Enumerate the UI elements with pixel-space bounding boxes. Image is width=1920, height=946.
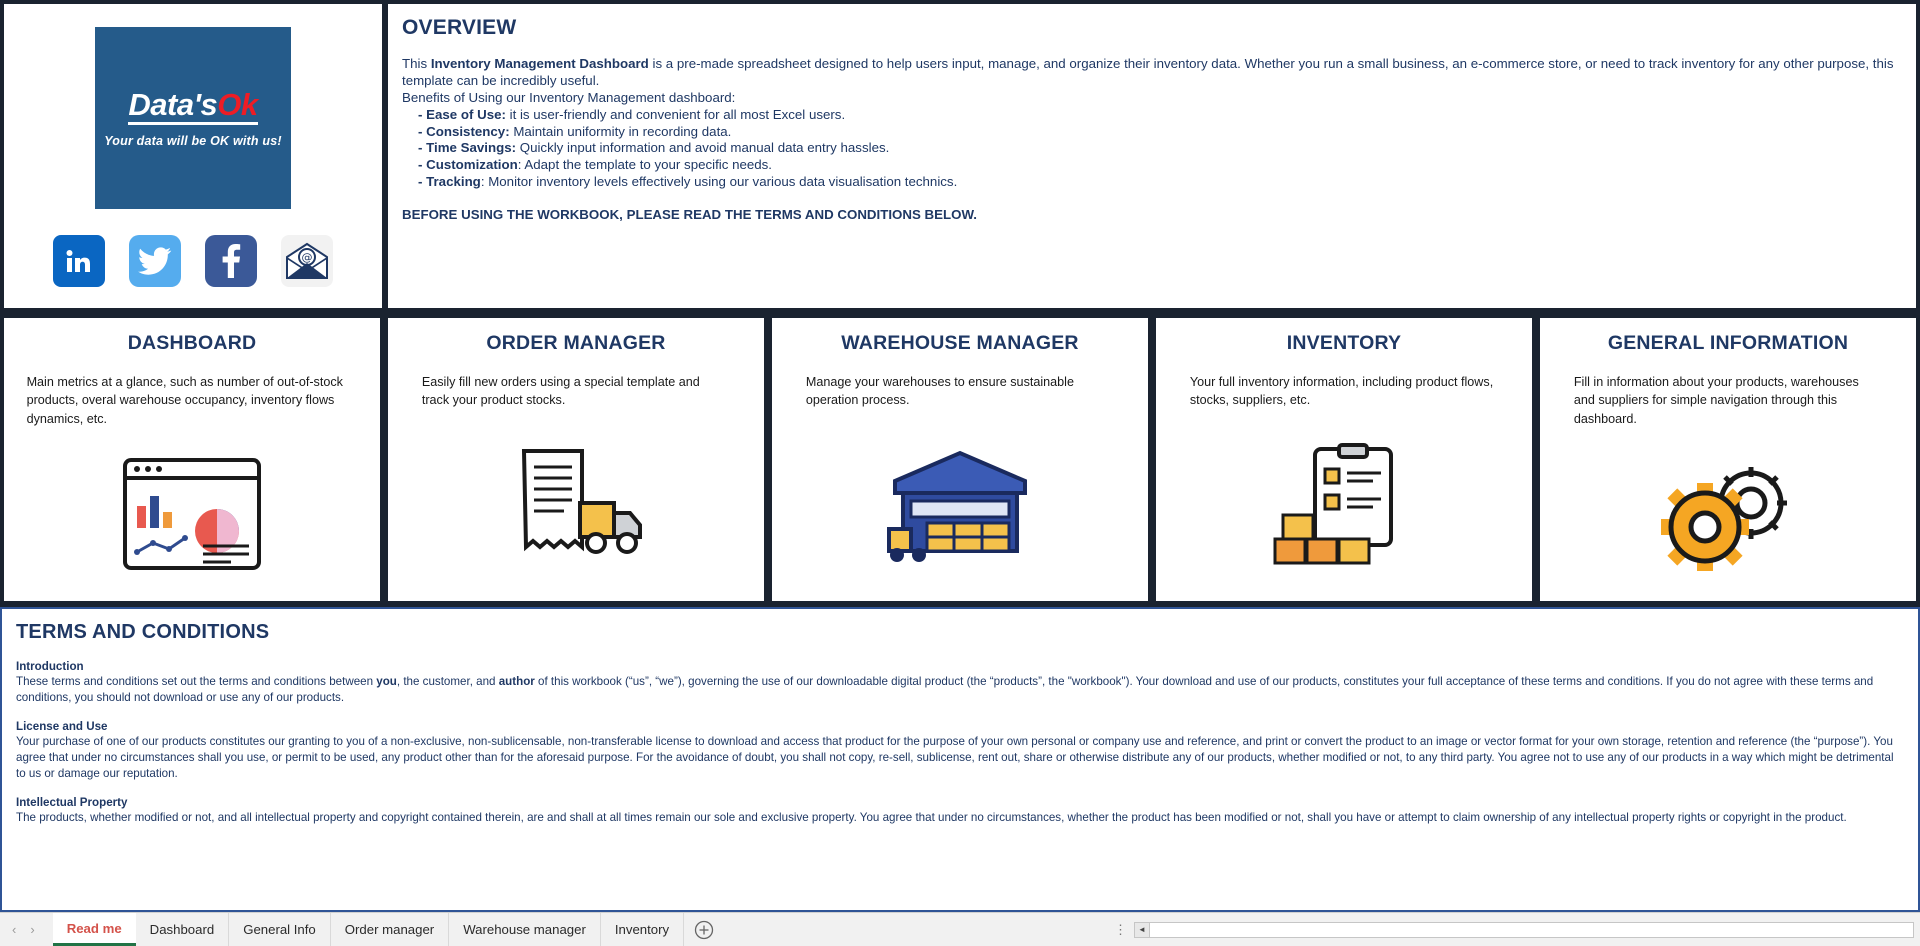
next-sheet-icon[interactable]: › [30, 922, 34, 937]
horizontal-scrollbar[interactable]: ◄ [1134, 921, 1914, 938]
card-title: WAREHOUSE MANAGER [841, 332, 1079, 354]
terms-and-conditions-panel: TERMS AND CONDITIONS Introduction These … [0, 607, 1920, 912]
benefit-term: - Ease of Use: [418, 106, 506, 122]
terms-section-body: These terms and conditions set out the t… [16, 674, 1904, 706]
overview-benefit-item: - Tracking: Monitor inventory levels eff… [402, 174, 1902, 191]
terms-title: TERMS AND CONDITIONS [16, 621, 270, 643]
overview-intro-bold: Inventory Management Dashboard [430, 56, 649, 71]
sheet-bar-right: ⋮ ◄ [1114, 921, 1920, 938]
brand-name: Data'sOk [128, 86, 258, 125]
benefit-text: : Monitor inventory levels effectively u… [480, 174, 958, 190]
overview-intro-lead: This [402, 56, 431, 71]
tab-split-handle-icon[interactable]: ⋮ [1114, 922, 1128, 938]
social-links: @ [53, 235, 333, 287]
benefit-text: it is user-friendly and convenient for a… [505, 106, 846, 122]
card-dashboard[interactable]: DASHBOARD Main metrics at a glance, such… [4, 318, 380, 601]
terms-text: These terms and conditions set out the t… [16, 675, 377, 688]
card-warehouse-manager[interactable]: WAREHOUSE MANAGER Manage your warehouses… [772, 318, 1148, 601]
card-order-manager[interactable]: ORDER MANAGER Easily fill new orders usi… [388, 318, 764, 601]
overview-benefit-item: - Ease of Use: it is user-friendly and c… [402, 107, 1902, 124]
overview-benefit-item: - Customization: Adapt the template to y… [402, 157, 1902, 174]
card-inventory[interactable]: INVENTORY Your full inventory informatio… [1156, 318, 1532, 601]
overview-benefit-item: - Consistency: Maintain uniformity in re… [402, 124, 1902, 141]
overview-warning: BEFORE USING THE WORKBOOK, PLEASE READ T… [402, 207, 977, 222]
sheet-nav-arrows: ‹ › [4, 922, 53, 937]
invoice-truck-icon [388, 410, 764, 602]
benefit-term: - Consistency: [418, 123, 510, 139]
readme-sheet-page: Data'sOk Your data will be OK with us! @… [0, 0, 1920, 946]
card-description: Manage your warehouses to ensure sustain… [805, 375, 1074, 408]
svg-text:@: @ [302, 251, 313, 264]
benefit-text: Quickly input information and avoid manu… [516, 140, 890, 156]
sheet-tab-warehouse-manager[interactable]: Warehouse manager [449, 913, 601, 946]
sheet-tab-general-info[interactable]: General Info [229, 913, 331, 946]
previous-sheet-icon[interactable]: ‹ [12, 922, 16, 937]
facebook-icon[interactable] [205, 235, 257, 287]
email-icon[interactable]: @ [281, 235, 333, 287]
benefit-term: - Tracking [418, 174, 481, 190]
benefit-term: - Time Savings: [418, 140, 517, 156]
sheet-tab-read-me[interactable]: Read me [52, 913, 136, 946]
terms-section-body: Your purchase of one of our products con… [16, 734, 1894, 780]
sheet-tab-order-manager[interactable]: Order manager [331, 913, 450, 946]
benefit-text: : Adapt the template to your specific ne… [517, 157, 773, 173]
twitter-icon[interactable] [129, 235, 181, 287]
terms-bold: author [498, 675, 535, 688]
brand-main-text: Data's [128, 86, 218, 122]
dashboard-chart-icon [4, 428, 380, 601]
overview-title: OVERVIEW [402, 16, 517, 39]
clipboard-boxes-icon [1156, 410, 1532, 602]
overview-intro: This Inventory Management Dashboard is a… [402, 56, 1902, 90]
terms-text: , the customer, and [396, 675, 499, 688]
card-description: Fill in information about your products,… [1573, 375, 1859, 426]
card-title: DASHBOARD [127, 332, 257, 354]
card-description: Easily fill new orders using a special t… [421, 375, 700, 408]
add-sheet-icon[interactable] [684, 920, 724, 940]
sheet-tab-dashboard[interactable]: Dashboard [136, 913, 230, 946]
brand-tagline: Your data will be OK with us! [104, 133, 282, 148]
overview-panel: OVERVIEW This Inventory Management Dashb… [388, 4, 1916, 308]
terms-section-heading: License and Use [16, 719, 108, 733]
warehouse-icon [772, 410, 1148, 602]
linkedin-icon[interactable] [53, 235, 105, 287]
card-title: INVENTORY [1286, 332, 1402, 354]
card-description: Your full inventory information, includi… [1189, 375, 1494, 408]
scroll-left-icon[interactable]: ◄ [1135, 922, 1150, 937]
navigation-cards: DASHBOARD Main metrics at a glance, such… [0, 312, 1920, 607]
benefit-text: Maintain uniformity in recording data. [509, 123, 732, 139]
benefit-term: - Customization [418, 157, 518, 173]
sheet-tab-inventory[interactable]: Inventory [601, 913, 685, 946]
terms-section-heading: Intellectual Property [16, 795, 128, 809]
card-general-information[interactable]: GENERAL INFORMATION Fill in information … [1540, 318, 1916, 601]
card-title: ORDER MANAGER [486, 332, 666, 354]
overview-body: This Inventory Management Dashboard is a… [402, 56, 1902, 191]
card-description: Main metrics at a glance, such as number… [26, 375, 343, 426]
overview-benefit-item: - Time Savings: Quickly input informatio… [402, 140, 1902, 157]
logo-panel: Data'sOk Your data will be OK with us! @ [4, 4, 382, 308]
brand-logo: Data'sOk Your data will be OK with us! [95, 27, 291, 209]
gears-icon [1540, 428, 1916, 601]
terms-bold: you [376, 675, 397, 688]
card-title: GENERAL INFORMATION [1607, 332, 1849, 354]
overview-benefits-label: Benefits of Using our Inventory Manageme… [402, 89, 736, 105]
sheet-tab-bar: ‹ › Read me Dashboard General Info Order… [0, 912, 1920, 946]
scrollbar-thumb[interactable] [1150, 922, 1913, 937]
terms-section-heading: Introduction [16, 660, 84, 673]
terms-section-body: The products, whether modified or not, a… [16, 810, 1847, 824]
header-band: Data'sOk Your data will be OK with us! @… [0, 0, 1920, 312]
brand-accent-text: Ok [217, 86, 258, 122]
